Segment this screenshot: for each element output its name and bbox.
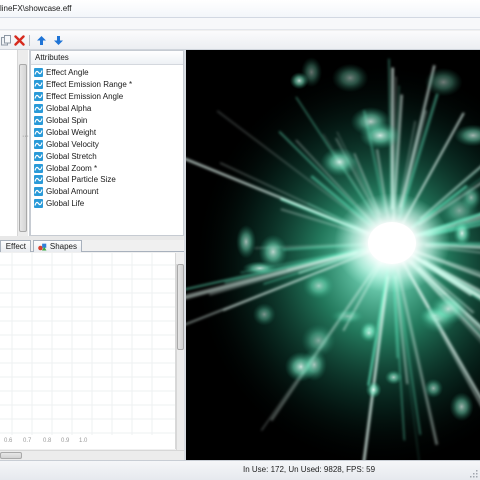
graph-grid	[0, 253, 175, 435]
particle-blob	[423, 378, 444, 399]
attributes-panel: Attributes Effect Angle Effect Emission R…	[30, 50, 184, 236]
graph-curve-icon	[34, 139, 43, 149]
copy-icon	[1, 35, 11, 46]
copy-button[interactable]	[0, 34, 13, 47]
attribute-label: Effect Emission Range *	[46, 80, 133, 90]
tab-shapes[interactable]: Shapes	[33, 240, 82, 252]
attribute-item[interactable]: Global Stretch	[31, 150, 183, 162]
graph-tick-label: 1.0	[79, 438, 88, 444]
attribute-label: Global Life	[46, 199, 85, 209]
toolbar	[0, 31, 480, 50]
arrow-down-icon	[54, 36, 63, 45]
graph-curve-icon	[34, 116, 43, 125]
attribute-item[interactable]: Global Weight	[31, 126, 183, 138]
title-bar: lineFX\showcase.eff	[0, 0, 480, 18]
particle-burst	[186, 50, 480, 460]
attribute-label: Effect Angle	[46, 68, 89, 78]
graph-curve-icon	[34, 175, 43, 185]
attribute-item[interactable]: Global Amount	[31, 186, 183, 198]
arrow-up-icon	[37, 36, 46, 45]
graph-tick-label: 0.6	[4, 438, 13, 444]
particle-blob	[359, 121, 402, 150]
attribute-item[interactable]: Effect Emission Range *	[31, 79, 183, 91]
graph-vertical-scrollbar[interactable]	[176, 264, 184, 450]
attribute-label: Global Particle Size	[46, 175, 116, 185]
particle-blob	[236, 224, 257, 259]
graph-curve-icon	[34, 80, 43, 90]
particle-blob	[439, 192, 479, 229]
particle-blob	[330, 308, 366, 325]
attribute-label: Global Velocity	[46, 139, 99, 149]
attribute-item[interactable]: Global Spin	[31, 115, 183, 127]
resize-grip-icon[interactable]	[469, 469, 478, 478]
graph-curve-icon	[34, 199, 43, 209]
graph-curve-icon	[34, 92, 43, 102]
graph-vertical-thumb[interactable]	[177, 264, 184, 350]
attribute-label: Global Stretch	[46, 151, 97, 161]
window-title: lineFX\showcase.eff	[0, 4, 72, 13]
tab-effect[interactable]: Effect	[0, 240, 31, 252]
attribute-item[interactable]: Global Particle Size	[31, 174, 183, 186]
graph-tick-label: 0.8	[43, 438, 52, 444]
particle-blob	[331, 63, 369, 93]
menu-bar	[0, 18, 480, 30]
particle-blob	[258, 234, 288, 270]
attribute-item[interactable]: Effect Emission Angle	[31, 91, 183, 103]
particle-blob	[252, 303, 276, 326]
particle-blob	[358, 323, 379, 343]
attribute-label: Global Zoom *	[46, 163, 98, 173]
graph-curve-icon	[34, 104, 43, 114]
particle-blob	[301, 348, 327, 382]
particle-blob	[418, 305, 458, 334]
attributes-list: Effect Angle Effect Emission Range * Effec…	[31, 65, 183, 210]
tab-shapes-label: Shapes	[49, 242, 77, 251]
attribute-label: Global Spin	[46, 116, 88, 125]
particle-blob	[384, 369, 403, 385]
move-down-button[interactable]	[52, 34, 65, 47]
delete-icon	[14, 35, 25, 46]
move-up-button[interactable]	[35, 34, 48, 47]
particle-blob	[320, 147, 359, 177]
graph-editor[interactable]: 0.6 0.7 0.8 0.9 1.0	[0, 253, 176, 449]
tab-bar: Effect Shapes	[0, 240, 184, 252]
graph-curve-icon	[34, 163, 43, 173]
attribute-label: Global Amount	[46, 187, 99, 197]
tab-effect-label: Effect	[5, 242, 26, 251]
particle-blob	[365, 380, 382, 399]
graph-curve-icon	[34, 187, 43, 197]
attributes-header: Attributes	[31, 51, 183, 65]
attribute-item[interactable]: Global Zoom *	[31, 162, 183, 174]
graph-tick-label: 0.9	[61, 438, 70, 444]
graph-horizontal-thumb[interactable]	[0, 452, 22, 459]
particle-blob	[449, 392, 474, 422]
attribute-label: Global Alpha	[46, 104, 92, 114]
attribute-item[interactable]: Global Velocity	[31, 138, 183, 150]
graph-tick-label: 0.7	[23, 438, 32, 444]
status-bar: In Use: 172, Un Used: 9828, FPS: 59	[0, 460, 480, 480]
attribute-label: Effect Emission Angle	[46, 92, 124, 102]
scroll-grip-icon: ···	[22, 133, 29, 140]
graph-horizontal-scrollbar[interactable]	[0, 450, 184, 460]
graph-curve-icon	[34, 68, 43, 78]
shapes-icon	[38, 243, 47, 251]
particle-preview[interactable]	[186, 50, 480, 460]
graph-curve-icon	[34, 151, 43, 161]
particle-blob	[300, 57, 323, 88]
delete-button[interactable]	[13, 34, 26, 47]
attribute-item[interactable]: Global Alpha	[31, 103, 183, 115]
graph-curve-icon	[34, 127, 43, 137]
attribute-label: Global Weight	[46, 127, 97, 137]
attribute-item[interactable]: Effect Angle	[31, 67, 183, 79]
tree-scrollbar[interactable]: ···	[17, 50, 29, 236]
particle-blob	[424, 67, 463, 97]
status-text: In Use: 172, Un Used: 9828, FPS: 59	[243, 465, 376, 474]
toolbar-separator	[29, 35, 30, 46]
particle-blob	[302, 272, 335, 300]
tree-scroll-thumb[interactable]: ···	[19, 64, 29, 232]
attribute-item[interactable]: Global Life	[31, 198, 183, 210]
